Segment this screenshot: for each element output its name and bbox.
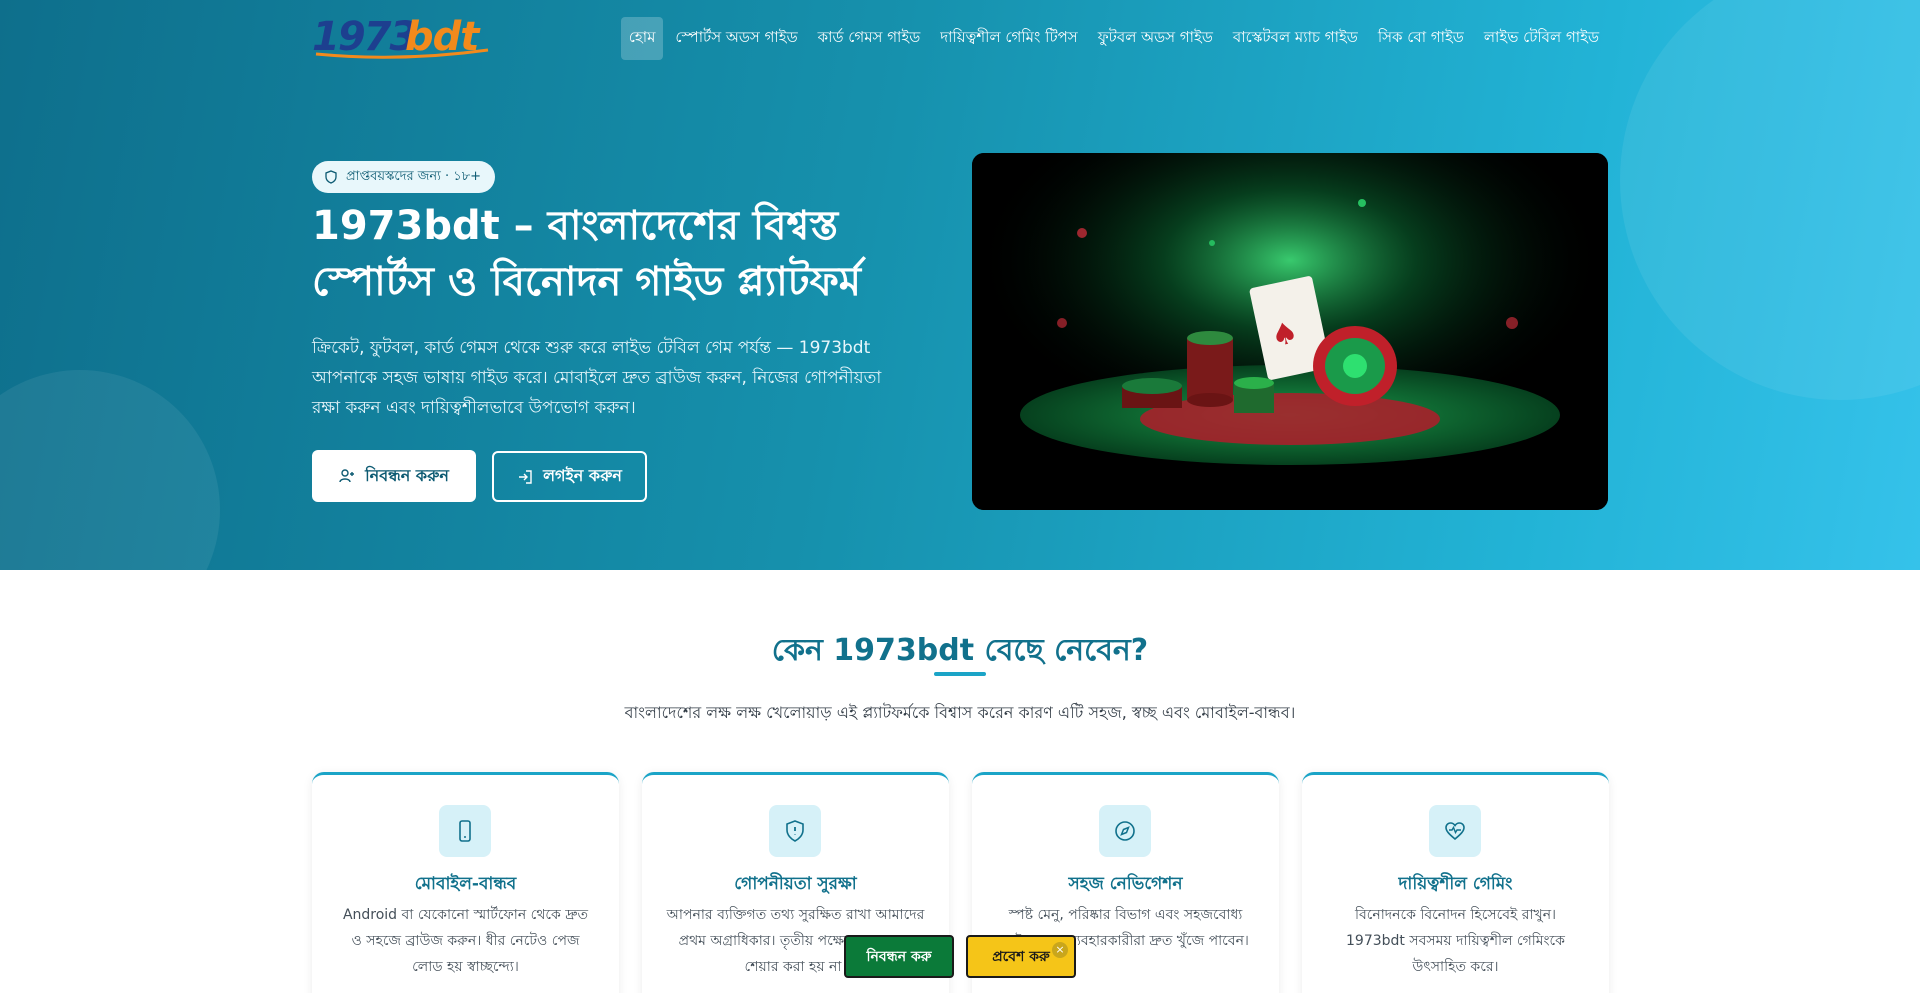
site-header: 1973 bdt হোম স্পোর্টস অডস গাইড কার্ড গেম… bbox=[0, 0, 1920, 72]
feature-card-title: গোপনীয়তা সুরক্ষা bbox=[734, 874, 857, 894]
feature-card-mobile: মোবাইল-বান্ধব Android বা যেকোনো স্মার্টফ… bbox=[312, 772, 619, 993]
shield-icon bbox=[324, 170, 338, 184]
hero-section: 1973 bdt হোম স্পোর্টস অডস গাইড কার্ড গেম… bbox=[0, 0, 1920, 570]
login-icon bbox=[517, 469, 533, 485]
nav-item-live-table[interactable]: লাইভ টেবিল গাইড bbox=[1476, 17, 1607, 60]
nav-item-responsible-gaming[interactable]: দায়িত্বশীল গেমিং টিপস bbox=[932, 17, 1085, 60]
feature-card-responsible: দায়িত্বশীল গেমিং বিনোদনকে বিনোদন হিসেবে… bbox=[1302, 772, 1609, 993]
nav-item-sports-odds[interactable]: স্পোর্টস অডস গাইড bbox=[667, 17, 805, 60]
age-badge-label: প্রাপ্তবয়স্কদের জন্য · ১৮+ bbox=[346, 168, 482, 184]
decorative-circle bbox=[0, 370, 220, 570]
register-button-label: নিবন্ধন করুন bbox=[365, 465, 449, 485]
feature-card-title: দায়িত্বশীল গেমিং bbox=[1398, 874, 1513, 894]
sticky-register-button[interactable]: নিবন্ধন করু bbox=[844, 935, 954, 978]
hero-title: 1973bdt – বাংলাদেশের বিশ্বস্ত স্পোর্টস ও… bbox=[312, 203, 862, 305]
mobile-icon bbox=[439, 805, 491, 857]
nav-item-sic-bo[interactable]: সিক বো গাইড bbox=[1370, 17, 1472, 60]
svg-text:1973: 1973 bbox=[312, 14, 415, 60]
nav-item-home[interactable]: হোম bbox=[620, 17, 664, 60]
age-badge: প্রাপ্তবয়স্কদের জন্য · ১৮+ bbox=[312, 161, 496, 193]
close-icon[interactable]: × bbox=[1052, 942, 1068, 958]
user-plus-icon bbox=[339, 468, 355, 484]
main-nav: হোম স্পোর্টস অডস গাইড কার্ড গেমস গাইড দা… bbox=[620, 17, 1607, 60]
feature-card-title: সহজ নেভিগেশন bbox=[1068, 874, 1183, 894]
nav-item-card-games[interactable]: কার্ড গেমস গাইড bbox=[810, 17, 929, 60]
shield-icon bbox=[769, 805, 821, 857]
login-button[interactable]: লগইন করুন bbox=[492, 451, 647, 502]
nav-item-football-odds[interactable]: ফুটবল অডস গাইড bbox=[1090, 17, 1221, 60]
title-underline bbox=[934, 672, 986, 676]
register-button[interactable]: নিবন্ধন করুন bbox=[312, 450, 476, 502]
heart-pulse-icon bbox=[1429, 805, 1481, 857]
why-section-subtitle: বাংলাদেশের লক্ষ লক্ষ খেলোয়াড় এই প্ল্যা… bbox=[624, 703, 1296, 722]
hero-casino-image: ♠ bbox=[972, 153, 1608, 510]
casino-chips-cards-illustration: ♠ bbox=[972, 153, 1608, 510]
feature-card-text: Android বা যেকোনো স্মার্টফোন থেকে দ্রুত … bbox=[342, 907, 589, 975]
feature-card-text: বিনোদনকে বিনোদন হিসেবেই রাখুন। 1973bdt স… bbox=[1346, 907, 1565, 975]
compass-icon bbox=[1099, 805, 1151, 857]
nav-item-basketball[interactable]: বাস্কেটবল ম্যাচ গাইড bbox=[1225, 17, 1366, 60]
feature-card-title: মোবাইল-বান্ধব bbox=[414, 874, 517, 894]
site-logo[interactable]: 1973 bdt bbox=[312, 12, 502, 60]
hero-description: ক্রিকেট, ফুটবল, কার্ড গেমস থেকে শুরু করে… bbox=[312, 338, 882, 418]
why-section-title: কেন 1973bdt বেছে নেবেন? bbox=[771, 633, 1149, 668]
login-button-label: লগইন করুন bbox=[543, 466, 622, 485]
logo-wordmark-icon: 1973 bdt bbox=[312, 14, 489, 60]
